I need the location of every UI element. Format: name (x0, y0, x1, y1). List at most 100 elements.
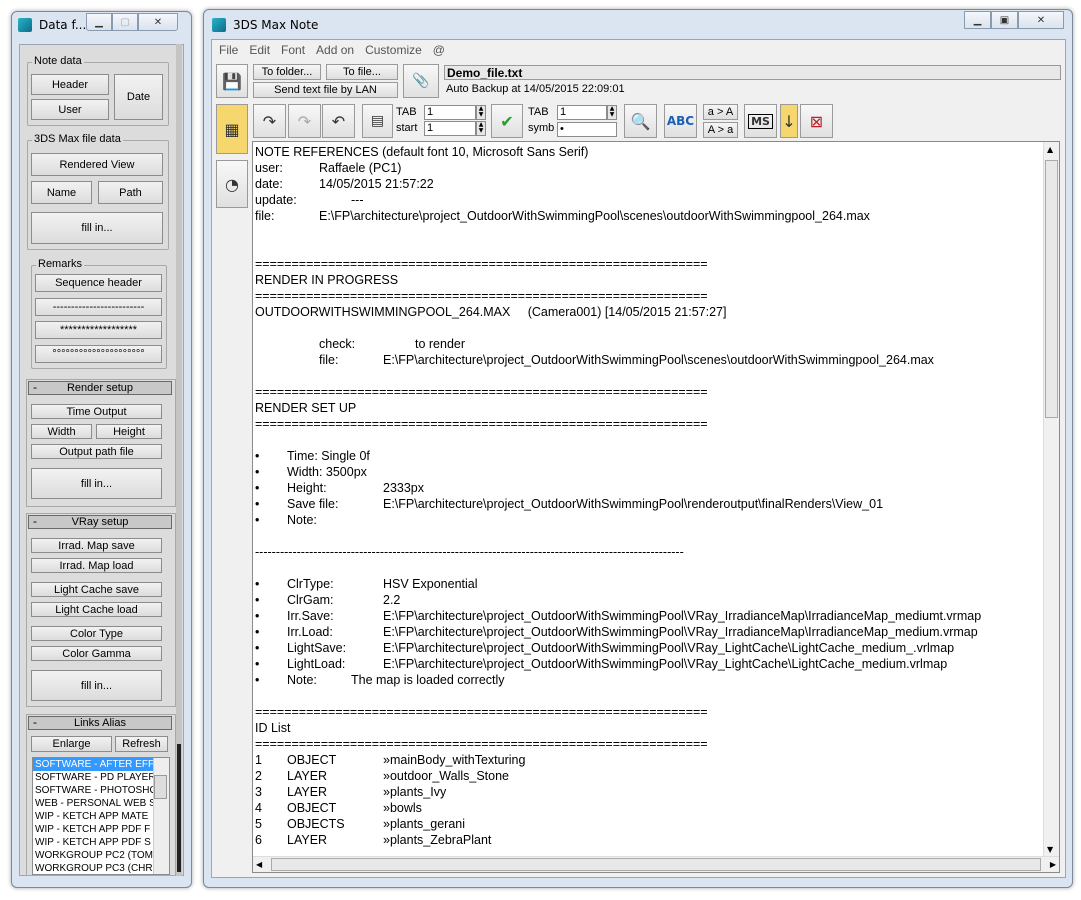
search-icon[interactable]: 🔍 (624, 104, 657, 138)
close-icon[interactable]: ✕ (1018, 11, 1064, 29)
vray-setup-header[interactable]: - VRay setup (28, 514, 172, 529)
remarks-label: Remarks (36, 258, 85, 270)
menu-add-on[interactable]: Add on (316, 43, 354, 57)
scroll-left-icon[interactable]: ◀ (256, 860, 262, 869)
scroll-down-icon[interactable]: ▼ (1047, 845, 1053, 854)
left-titlebar[interactable]: Data f... ▁ ▢ ✕ (12, 12, 191, 38)
left-window-title: Data f... (39, 18, 87, 32)
header-button[interactable]: Header (31, 74, 109, 95)
menu-bar: File Edit Font Add on Customize @ (212, 40, 1065, 60)
ms-font-button[interactable]: MS (744, 104, 777, 138)
path-button[interactable]: Path (98, 181, 163, 204)
redo-disabled-icon[interactable]: ↷ (288, 104, 321, 138)
right-titlebar[interactable]: 3DS Max Note ▁ ▣ ✕ (204, 10, 1072, 36)
menu-file[interactable]: File (219, 43, 238, 57)
lower-to-upper-button[interactable]: a > A (703, 104, 738, 120)
links-alias-header[interactable]: - Links Alias (28, 715, 172, 730)
document-line: ========================================… (255, 257, 708, 271)
list-item[interactable]: SOFTWARE - AFTER EFF (33, 758, 169, 771)
symb-input[interactable]: • (557, 122, 617, 137)
date-button[interactable]: Date (114, 74, 163, 120)
minimize-icon[interactable]: ▁ (86, 13, 112, 31)
menu-font[interactable]: Font (281, 43, 305, 57)
hscroll-thumb[interactable] (271, 858, 1041, 871)
insert-line-icon[interactable]: ▤ (362, 104, 393, 138)
list-item[interactable]: WEB - PERSONAL WEB S (33, 797, 169, 810)
close-icon[interactable]: ✕ (138, 13, 178, 31)
output-path-button[interactable]: Output path file (31, 444, 162, 459)
links-list-scroll-thumb[interactable] (154, 775, 167, 799)
save-icon[interactable]: 💾 (216, 64, 248, 98)
gauge-icon[interactable]: ◔ (216, 160, 248, 208)
list-item[interactable]: WORKGROUP PC2 (TOM (33, 849, 169, 862)
vertical-scrollbar[interactable]: ▲ ▼ (1043, 142, 1059, 856)
enlarge-button[interactable]: Enlarge (31, 736, 112, 752)
document-line: check: to render (255, 337, 466, 351)
left-panel-scroll-thumb[interactable] (177, 744, 181, 872)
note-panel-icon[interactable]: ▦ (216, 104, 248, 154)
user-button[interactable]: User (31, 99, 109, 120)
maximize-icon[interactable]: ▣ (991, 11, 1018, 29)
width-button[interactable]: Width (31, 424, 92, 439)
scroll-right-icon[interactable]: ▶ (1050, 860, 1056, 869)
scroll-thumb[interactable] (1045, 160, 1058, 418)
maximize-icon[interactable]: ▢ (112, 13, 138, 31)
list-item[interactable]: WORKGROUP PC3 (CHR (33, 862, 169, 874)
menu-at[interactable]: @ (433, 43, 445, 57)
render-fill-in-button[interactable]: fill in... (31, 468, 162, 499)
circle-line-button[interactable]: °°°°°°°°°°°°°°°°°°°°° (35, 345, 162, 363)
to-folder-button[interactable]: To folder... (253, 64, 321, 80)
list-item[interactable]: SOFTWARE - PHOTOSHO (33, 784, 169, 797)
document-line: RENDER SET UP (255, 401, 357, 415)
undo-icon[interactable]: ↶ (322, 104, 355, 138)
to-file-button[interactable]: To file... (326, 64, 398, 80)
irrad-map-save-button[interactable]: Irrad. Map save (31, 538, 162, 553)
list-item[interactable]: WIP - KETCH APP MATE (33, 810, 169, 823)
render-setup-header[interactable]: - Render setup (28, 380, 172, 395)
symb-label: symb (528, 122, 555, 134)
document-line: OUTDOORWITHSWIMMINGPOOL_264.MAX (Camera0… (255, 305, 727, 319)
star-line-button[interactable]: ****************** (35, 321, 162, 339)
irrad-map-load-button[interactable]: Irrad. Map load (31, 558, 162, 573)
document-text[interactable]: NOTE REFERENCES (default font 10, Micros… (253, 142, 1043, 856)
menu-customize[interactable]: Customize (365, 43, 422, 57)
dash-line-button[interactable]: ------------------------- (35, 298, 162, 316)
vray-fill-in-button[interactable]: fill in... (31, 670, 162, 701)
color-gamma-button[interactable]: Color Gamma (31, 646, 162, 661)
send-lan-button[interactable]: Send text file by LAN (253, 82, 398, 98)
menu-edit[interactable]: Edit (249, 43, 270, 57)
color-type-button[interactable]: Color Type (31, 626, 162, 641)
document-line: 3 LAYER »plants_Ivy (255, 785, 447, 799)
max-fill-in-button[interactable]: fill in... (31, 212, 163, 244)
links-alias-label: Links Alias (74, 717, 126, 729)
time-output-button[interactable]: Time Output (31, 404, 162, 419)
tab-spinner[interactable]: ▲ ▼ (476, 105, 486, 120)
rendered-view-button[interactable]: Rendered View (31, 153, 163, 176)
minimize-icon[interactable]: ▁ (964, 11, 991, 29)
sequence-header-button[interactable]: Sequence header (35, 274, 162, 292)
check-list-icon[interactable]: ✔ (491, 104, 523, 138)
arrow-down-icon[interactable]: ↓ (780, 104, 798, 138)
list-item[interactable]: SOFTWARE - PD PLAYER (33, 771, 169, 784)
horizontal-scrollbar[interactable]: ◀ ▶ (253, 856, 1059, 872)
list-item[interactable]: WIP - KETCH APP PDF F (33, 823, 169, 836)
tab-input[interactable]: 1 (424, 105, 476, 120)
height-button[interactable]: Height (96, 424, 162, 439)
light-cache-save-button[interactable]: Light Cache save (31, 582, 162, 597)
scroll-up-icon[interactable]: ▲ (1047, 145, 1053, 154)
links-alias-list[interactable]: SOFTWARE - AFTER EFF SOFTWARE - PD PLAYE… (32, 757, 170, 875)
light-cache-load-button[interactable]: Light Cache load (31, 602, 162, 617)
upper-to-lower-button[interactable]: A > a (703, 122, 738, 138)
start-spinner[interactable]: ▲ ▼ (476, 121, 486, 136)
spell-check-icon[interactable]: ABC (664, 104, 697, 138)
close-note-icon[interactable]: ⊠ (800, 104, 833, 138)
autobackup-text: Auto Backup at 14/05/2015 22:09:01 (446, 83, 625, 95)
start-input[interactable]: 1 (424, 121, 476, 136)
name-button[interactable]: Name (31, 181, 92, 204)
tab2-input[interactable]: 1 (557, 105, 607, 120)
redo-icon[interactable]: ↷ (253, 104, 286, 138)
tab2-spinner[interactable]: ▲ ▼ (607, 105, 617, 120)
attach-file-icon[interactable]: 📎 (403, 64, 439, 98)
list-item[interactable]: WIP - KETCH APP PDF S (33, 836, 169, 849)
refresh-button[interactable]: Refresh (115, 736, 168, 752)
